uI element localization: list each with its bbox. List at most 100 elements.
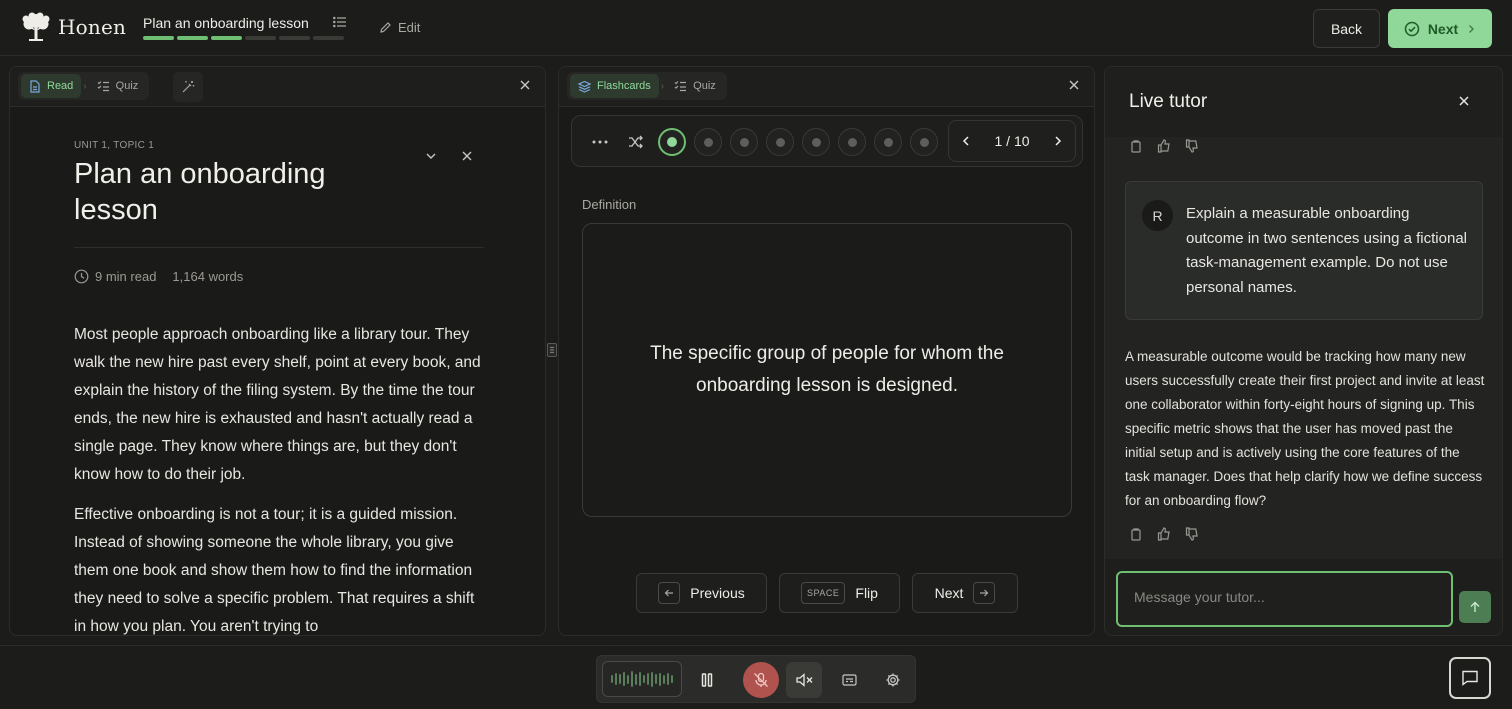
chat-toggle-button[interactable] (1449, 657, 1491, 699)
flashcards-panel-header: Flashcards › Quiz (559, 67, 1094, 107)
chevron-separator-icon: › (83, 80, 87, 92)
flip-label: Flip (855, 585, 878, 601)
chevron-right-icon[interactable] (1053, 135, 1063, 147)
arrow-up-icon (1469, 601, 1481, 613)
avatar: R (1142, 200, 1173, 231)
progress-segment (177, 36, 208, 40)
next-card-label: Next (934, 585, 964, 601)
close-icon[interactable] (1068, 79, 1080, 91)
card-dot[interactable] (838, 128, 866, 156)
list-icon[interactable] (333, 15, 347, 29)
card-dot[interactable] (730, 128, 758, 156)
paragraph: Most people approach onboarding like a l… (74, 326, 481, 483)
card-dot[interactable] (766, 128, 794, 156)
document-icon (29, 79, 41, 93)
tutor-panel: Live tutor R Explain a measurable onboar… (1104, 66, 1503, 636)
chevron-left-icon[interactable] (961, 135, 971, 147)
edit-button[interactable]: Edit (379, 20, 420, 35)
divider (74, 247, 484, 248)
tab-flashcards[interactable]: Flashcards (570, 74, 659, 98)
copy-icon[interactable] (1129, 527, 1143, 541)
read-panel-header: Read › Quiz (10, 67, 545, 107)
message-input[interactable]: Message your tutor... (1116, 571, 1453, 627)
edit-label: Edit (398, 20, 421, 35)
magic-wand-button[interactable] (173, 72, 203, 102)
more-button[interactable] (586, 128, 614, 156)
word-count: 1,164 words (172, 269, 244, 284)
mic-off-icon (753, 672, 769, 688)
back-button[interactable]: Back (1313, 9, 1380, 48)
speaker-mute-button[interactable] (786, 662, 822, 698)
progress-segment (313, 36, 344, 40)
send-button[interactable] (1459, 591, 1491, 623)
flashcard[interactable]: The specific group of people for whom th… (582, 223, 1072, 517)
card-dot[interactable] (874, 128, 902, 156)
read-time-label: 9 min read (95, 269, 157, 284)
copy-icon[interactable] (1129, 139, 1143, 153)
more-horizontal-icon (592, 140, 608, 144)
magic-wand-icon (181, 80, 195, 94)
card-dots (586, 128, 938, 156)
pencil-icon (379, 21, 392, 34)
next-card-button[interactable]: Next (912, 573, 1018, 613)
next-label: Next (1427, 20, 1459, 37)
flip-button[interactable]: SPACE Flip (779, 573, 900, 613)
tab-quiz[interactable]: Quiz (666, 74, 724, 98)
bottom-bar (0, 645, 1512, 709)
close-icon[interactable] (1458, 95, 1470, 107)
chevron-right-icon (1466, 24, 1476, 34)
shuffle-button[interactable] (622, 128, 650, 156)
arrow-right-icon (973, 582, 996, 604)
thumbs-down-icon[interactable] (1185, 139, 1199, 153)
card-dot[interactable] (802, 128, 830, 156)
thumbs-up-icon[interactable] (1157, 139, 1171, 153)
pause-icon (701, 673, 713, 687)
clock-icon (74, 269, 89, 284)
resize-handle[interactable] (547, 343, 557, 357)
chat-thread: R Explain a measurable onboarding outcom… (1105, 137, 1502, 559)
previous-button[interactable]: Previous (636, 573, 767, 613)
app-name: Honen (58, 15, 127, 39)
arrow-left-icon (658, 582, 681, 604)
progress-segment (245, 36, 276, 40)
checklist-icon (674, 80, 687, 92)
app-logo[interactable]: Honen (20, 12, 126, 42)
card-dot[interactable] (658, 128, 686, 156)
read-panel: Read › Quiz UNIT 1, TOPIC 1 Plan an onbo… (9, 66, 546, 636)
card-pager: 1 / 10 (948, 120, 1076, 162)
message-actions (1129, 527, 1199, 541)
unit-label: UNIT 1, TOPIC 1 (74, 140, 155, 151)
card-dot[interactable] (910, 128, 938, 156)
thumbs-up-icon[interactable] (1157, 527, 1171, 541)
flashcards-panel: Flashcards › Quiz 1 / 10 Definition The … (558, 66, 1095, 636)
settings-button[interactable] (875, 662, 911, 698)
pause-button[interactable] (689, 662, 725, 698)
lesson-progress (143, 36, 344, 40)
captions-button[interactable] (831, 662, 867, 698)
tab-read[interactable]: Read (21, 74, 82, 98)
flip-shortcut: SPACE (801, 582, 846, 604)
tab-quiz[interactable]: Quiz (89, 74, 147, 98)
flashcard-tabs: Flashcards › Quiz (567, 72, 727, 100)
tab-read-label: Read (47, 80, 74, 92)
thumbs-down-icon[interactable] (1185, 527, 1199, 541)
message-placeholder: Message your tutor... (1134, 589, 1265, 605)
read-tabs: Read › Quiz (18, 72, 150, 100)
paragraph: Effective onboarding is not a tour; it i… (74, 506, 475, 635)
flashcard-navigator: 1 / 10 (571, 115, 1083, 167)
next-button[interactable]: Next (1388, 9, 1492, 48)
progress-segment (211, 36, 242, 40)
chevron-separator-icon: › (660, 80, 665, 92)
previous-label: Previous (690, 585, 745, 601)
message-actions (1129, 139, 1199, 153)
card-dot[interactable] (694, 128, 722, 156)
tab-quiz-label: Quiz (693, 80, 716, 92)
close-icon[interactable] (460, 149, 474, 163)
card-side-label: Definition (582, 197, 637, 212)
close-icon[interactable] (519, 79, 531, 91)
chevron-down-icon[interactable] (424, 149, 438, 163)
mute-mic-button[interactable] (743, 662, 779, 698)
tab-quiz-label: Quiz (115, 80, 139, 92)
user-message: R Explain a measurable onboarding outcom… (1125, 181, 1483, 320)
audio-waveform (602, 661, 682, 697)
